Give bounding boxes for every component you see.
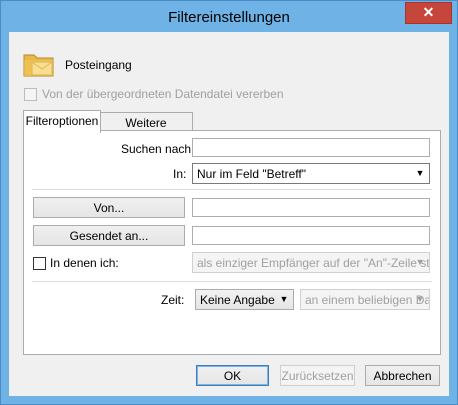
tab-filteroptionen[interactable]: Filteroptionen: [23, 110, 101, 133]
from-button-label: Von...: [93, 201, 125, 215]
divider: [32, 189, 432, 190]
where-i-checkbox[interactable]: [33, 257, 46, 270]
where-i-value: als einziger Empfänger auf der "An"-Zeil…: [197, 256, 430, 270]
chevron-down-icon: ▼: [415, 168, 425, 178]
chevron-down-icon: ▼: [415, 294, 425, 304]
search-field-select[interactable]: Nur im Feld "Betreff" ▼: [192, 163, 430, 184]
title-bar[interactable]: Filtereinstellungen ✕: [1, 1, 457, 33]
search-field-value: Nur im Feld "Betreff": [197, 167, 306, 181]
cancel-button-label: Abbrechen: [373, 369, 432, 383]
time-label: Zeit:: [161, 293, 185, 307]
reset-button[interactable]: Zurücksetzen: [280, 365, 355, 386]
divider: [32, 281, 432, 282]
dialog-body: Posteingang Von der übergeordneten Daten…: [9, 32, 449, 396]
inherit-label: Von der übergeordneten Datendatei vererb…: [42, 87, 284, 101]
search-label: Suchen nach:: [121, 142, 195, 156]
ok-button-label: OK: [223, 369, 242, 383]
reset-button-label: Zurücksetzen: [281, 369, 354, 383]
time-select[interactable]: Keine Angabe ▼: [195, 289, 294, 310]
sent-to-button-label: Gesendet an...: [69, 229, 149, 243]
window-title: Filtereinstellungen: [168, 9, 290, 26]
from-input[interactable]: [192, 198, 430, 217]
tab-label: Filteroptionen: [25, 114, 99, 128]
sent-to-button[interactable]: Gesendet an...: [33, 225, 185, 246]
inherit-checkbox[interactable]: [24, 88, 37, 101]
in-label: In:: [173, 167, 187, 181]
time-value: Keine Angabe: [200, 293, 275, 307]
chevron-down-icon: ▼: [415, 257, 425, 267]
dialog-window: Filtereinstellungen ✕ Posteingang Von de…: [0, 0, 458, 405]
folder-mail-icon: [23, 54, 54, 77]
search-input[interactable]: [192, 138, 430, 157]
where-i-select[interactable]: als einziger Empfänger auf der "An"-Zeil…: [192, 252, 430, 273]
from-button[interactable]: Von...: [33, 197, 185, 218]
close-button[interactable]: ✕: [405, 2, 452, 24]
sent-to-input[interactable]: [192, 226, 430, 245]
cancel-button[interactable]: Abbrechen: [365, 365, 440, 386]
chevron-down-icon: ▼: [279, 294, 289, 304]
folder-name: Posteingang: [65, 58, 132, 72]
filter-options-panel: Suchen nach: In: Nur im Feld "Betreff" ▼…: [23, 130, 441, 355]
time-range-select[interactable]: an einem beliebigen Datum ▼: [300, 289, 430, 310]
where-i-label: In denen ich:: [50, 256, 119, 270]
time-range-value: an einem beliebigen Datum: [305, 293, 430, 307]
ok-button[interactable]: OK: [196, 365, 269, 386]
close-icon: ✕: [422, 4, 435, 20]
